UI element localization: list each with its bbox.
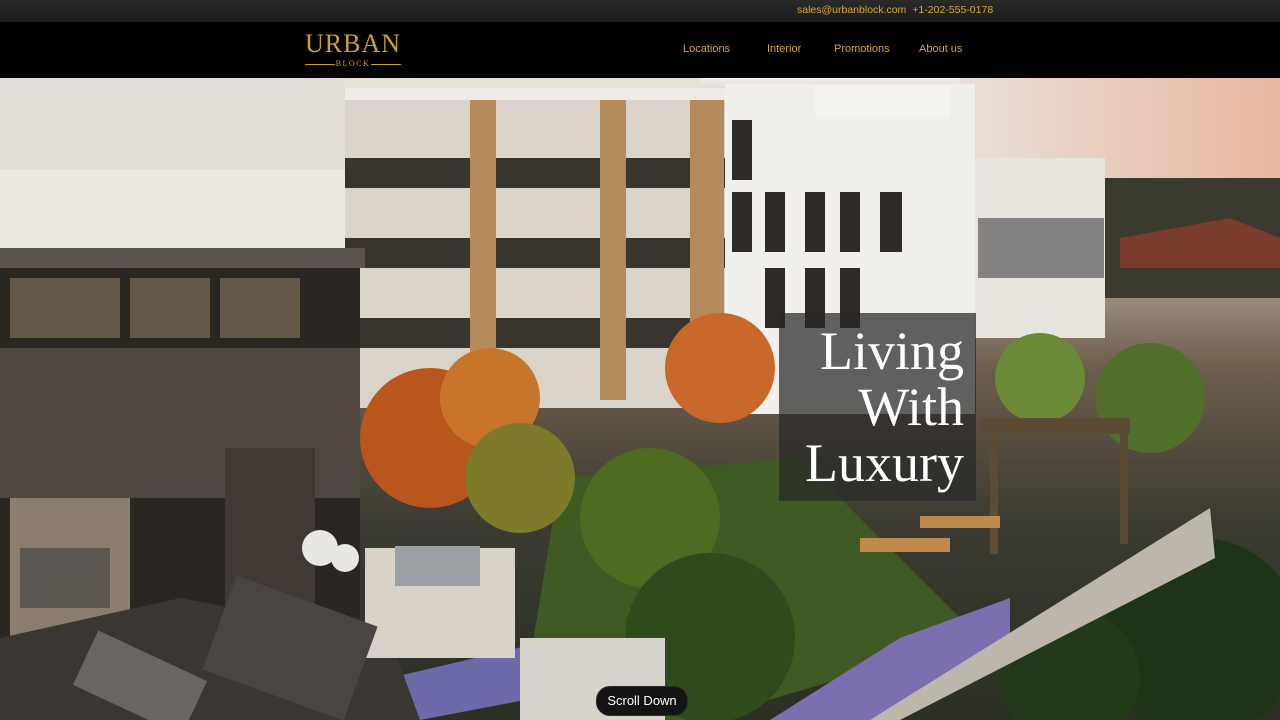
hero-headline-box: Living With Luxury	[779, 313, 976, 501]
logo-rule-left	[305, 64, 335, 65]
logo-rule-right	[371, 64, 401, 65]
nav-item-promotions[interactable]: Promotions	[834, 43, 890, 55]
hero-headline-line: With	[858, 377, 964, 437]
hero-illustration	[0, 78, 1280, 720]
scroll-down-button[interactable]: Scroll Down	[596, 686, 688, 716]
top-contact-bar: sales@urbanblock.com +1-202-555-0178	[0, 0, 1280, 22]
hero-headline-line: Living	[820, 321, 964, 381]
contact-email-link[interactable]: sales@urbanblock.com	[797, 4, 906, 16]
hero-image: Living With Luxury	[0, 78, 1280, 720]
main-navbar: URBAN BLOCK Locations Interior Promotion…	[0, 22, 1280, 78]
contact-info: sales@urbanblock.com +1-202-555-0178	[797, 4, 999, 16]
hero-headline: Living With Luxury	[805, 323, 964, 491]
nav-item-about-us[interactable]: About us	[919, 43, 962, 55]
nav-item-locations[interactable]: Locations	[683, 43, 730, 55]
site-logo[interactable]: URBAN BLOCK	[305, 30, 401, 70]
contact-phone-link[interactable]: +1-202-555-0178	[912, 4, 993, 16]
logo-wordmark: URBAN	[305, 29, 402, 58]
hero-headline-line: Luxury	[805, 433, 964, 493]
logo-submark: BLOCK	[305, 58, 401, 70]
nav-item-interior[interactable]: Interior	[767, 43, 801, 55]
